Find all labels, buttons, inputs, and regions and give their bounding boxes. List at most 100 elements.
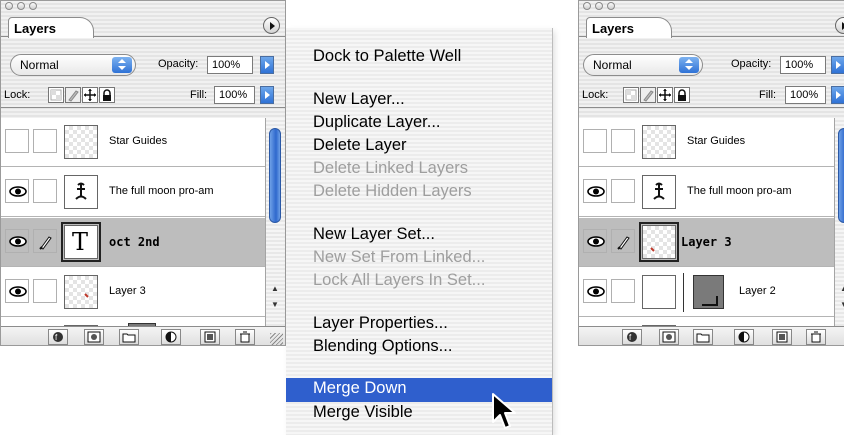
layer-row-oct-2nd[interactable]: T oct 2nd [1, 218, 265, 267]
eye-icon [9, 286, 27, 297]
minimize-window-button[interactable] [595, 2, 603, 10]
opacity-slider-button[interactable] [831, 56, 844, 74]
link-toggle[interactable] [33, 279, 57, 303]
layer-row-full-moon[interactable]: The full moon pro-am [579, 168, 834, 217]
link-toggle[interactable] [33, 229, 57, 253]
transparency-lock-icon[interactable] [48, 87, 64, 103]
new-layer-icon[interactable] [200, 329, 220, 345]
visibility-toggle[interactable] [583, 179, 607, 203]
opacity-field[interactable]: 100% [780, 56, 826, 74]
eye-icon [587, 236, 605, 247]
palette-menu-icon[interactable] [263, 17, 280, 34]
blend-mode-select[interactable]: Normal [10, 54, 136, 76]
layer-row-star-guides[interactable]: Star Guides [579, 118, 834, 167]
menu-item-duplicate-layer[interactable]: Duplicate Layer... [286, 112, 552, 136]
close-window-button[interactable] [5, 2, 13, 10]
layer-row-star-guides[interactable]: Star Guides [1, 118, 265, 167]
close-window-button[interactable] [583, 2, 591, 10]
lock-label: Lock: [4, 89, 31, 101]
menu-item-new-layer[interactable]: New Layer... [286, 89, 552, 113]
menu-item-delete-layer[interactable]: Delete Layer [286, 135, 552, 159]
folder-icon[interactable] [693, 329, 713, 345]
visibility-toggle[interactable] [583, 129, 607, 153]
menu-item-dock-to-palette-well[interactable]: Dock to Palette Well [286, 46, 552, 70]
link-toggle[interactable] [33, 179, 57, 203]
layer-thumbnail: T [61, 222, 101, 262]
layer-row-partial[interactable] [579, 318, 834, 326]
tab-layers[interactable]: Layers [586, 17, 672, 38]
visibility-toggle[interactable] [5, 229, 29, 253]
mask-thumbnail [693, 275, 724, 309]
menu-item-blending-options[interactable]: Blending Options... [286, 336, 552, 360]
folder-icon[interactable] [119, 329, 139, 345]
move-lock-icon[interactable] [657, 87, 673, 103]
resize-grip-icon[interactable] [270, 333, 283, 345]
zoom-window-button[interactable] [29, 2, 37, 10]
menu-item-delete-linked-layers: Delete Linked Layers [313, 159, 469, 177]
visibility-toggle[interactable] [583, 229, 607, 253]
menu-item-layer-properties[interactable]: Layer Properties... [286, 313, 552, 337]
scroll-down-icon[interactable]: ▼ [271, 300, 279, 309]
layer-row-full-moon[interactable]: The full moon pro-am [1, 168, 265, 217]
visibility-toggle[interactable] [5, 129, 29, 153]
trash-icon[interactable] [806, 329, 826, 345]
fill-field[interactable]: 100% [214, 86, 255, 104]
link-toggle[interactable] [611, 229, 635, 253]
trash-icon[interactable] [235, 329, 255, 345]
layer-row-layer-3[interactable]: Layer 3 [1, 268, 265, 317]
palette-menu-icon[interactable] [835, 17, 844, 34]
layers-palette-left: Layers Normal Opacity: 100% Lock: Fill: … [0, 0, 286, 346]
blend-mode-select[interactable]: Normal [583, 54, 703, 76]
link-toggle[interactable] [611, 279, 635, 303]
layer-name: The full moon pro-am [109, 185, 214, 197]
adjustment-icon[interactable] [161, 329, 181, 345]
scroll-thumb[interactable] [838, 128, 844, 223]
opacity-slider-button[interactable] [260, 56, 274, 74]
fill-slider-button[interactable] [260, 86, 274, 104]
menu-item-new-layer-set[interactable]: New Layer Set... [286, 224, 552, 248]
scroll-up-icon[interactable]: ▲ [840, 284, 844, 293]
scroll-thumb[interactable] [269, 128, 281, 223]
minimize-window-button[interactable] [17, 2, 25, 10]
opacity-field[interactable]: 100% [207, 56, 253, 74]
paint-lock-icon[interactable] [65, 87, 81, 103]
layer-row-layer-3[interactable]: Layer 3 [579, 218, 834, 267]
scroll-up-icon[interactable]: ▲ [271, 284, 279, 293]
fill-label: Fill: [190, 89, 208, 101]
new-layer-icon[interactable] [772, 329, 792, 345]
fill-slider-button[interactable] [831, 86, 844, 104]
layer-row-layer-2[interactable]: Layer 2 [579, 268, 834, 317]
menu-item-delete-hidden-layers: Delete Hidden Layers [313, 182, 472, 200]
select-arrows-icon [112, 57, 132, 73]
link-toggle[interactable] [611, 179, 635, 203]
tab-layers[interactable]: Layers [8, 17, 94, 38]
visibility-toggle[interactable] [5, 279, 29, 303]
link-toggle[interactable] [33, 129, 57, 153]
mask-icon[interactable] [84, 329, 104, 345]
visibility-toggle[interactable] [5, 179, 29, 203]
fill-field[interactable]: 100% [785, 86, 826, 104]
scroll-down-icon[interactable]: ▼ [840, 300, 844, 309]
mask-link-divider [683, 273, 684, 312]
mask-corner-icon [702, 296, 718, 306]
paint-lock-icon[interactable] [640, 87, 656, 103]
layer-style-icon[interactable]: f [48, 329, 68, 345]
tab-bar: Layers [579, 15, 844, 38]
link-toggle[interactable] [611, 129, 635, 153]
move-lock-icon[interactable] [82, 87, 98, 103]
adjustment-icon[interactable] [734, 329, 754, 345]
zoom-window-button[interactable] [607, 2, 615, 10]
layer-name: Star Guides [687, 135, 746, 147]
layer-style-icon[interactable]: f [622, 329, 642, 345]
visibility-toggle[interactable] [583, 279, 607, 303]
transparency-lock-icon[interactable] [623, 87, 639, 103]
layer-thumbnail [64, 275, 98, 309]
all-lock-icon[interactable] [99, 87, 115, 103]
brush-link-icon [39, 236, 52, 250]
mask-icon[interactable] [659, 329, 679, 345]
layers-scrollbar[interactable]: ▲ ▼ [265, 118, 285, 326]
layer-name: Layer 3 [109, 285, 146, 297]
all-lock-icon[interactable] [674, 87, 690, 103]
layer-row-partial[interactable] [1, 318, 265, 326]
layers-scrollbar[interactable]: ▲ ▼ [834, 118, 844, 326]
